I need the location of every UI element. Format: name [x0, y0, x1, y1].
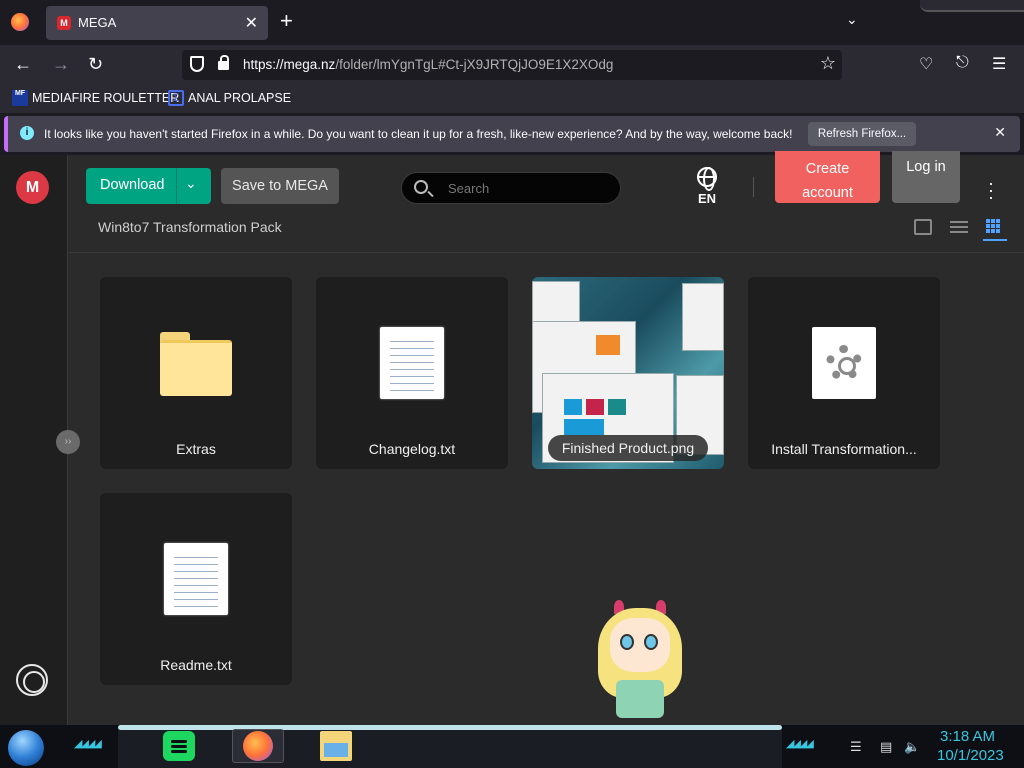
search-input[interactable]: Search [401, 172, 621, 204]
reload-button[interactable]: ↻ [88, 54, 103, 75]
decoration-arrows-left: ◢◢◢◢ [74, 738, 102, 750]
info-icon: i [20, 126, 34, 140]
start-orb-icon[interactable] [8, 730, 44, 766]
volume-icon[interactable]: 🔈 [904, 739, 920, 755]
tab-close-icon[interactable]: ✕ [245, 13, 258, 33]
pocket-icon[interactable]: ♡ [919, 54, 933, 74]
grid-view-icon[interactable] [986, 219, 1004, 235]
mega-page: M ›› Download ⌄ Save to MEGA Search EN C… [0, 151, 1024, 725]
url-text[interactable]: https://mega.nz/folder/lmYgnTgL#Ct-jX9JR… [243, 57, 613, 72]
back-button[interactable]: ← [14, 54, 32, 75]
more-options-icon[interactable]: · · · [986, 174, 996, 206]
thumbnail-view-icon[interactable] [914, 219, 932, 235]
text-file-icon [164, 543, 228, 615]
list-view-icon[interactable] [950, 219, 968, 235]
file-item-finished-product[interactable]: Finished Product.png [532, 277, 724, 469]
tracking-protection-shield-icon[interactable] [190, 56, 204, 72]
download-label: Download [100, 177, 165, 193]
active-view-underline [983, 239, 1007, 241]
decoration-arrows-right: ◢◢◢◢ [786, 738, 814, 750]
file-item-changelog[interactable]: Changelog.txt [316, 277, 508, 469]
text-file-icon [380, 327, 444, 399]
item-name: Install Transformation... [771, 441, 917, 457]
lock-icon[interactable] [218, 55, 229, 70]
file-item-readme[interactable]: Readme.txt [100, 493, 292, 685]
search-icon [414, 180, 428, 194]
search-placeholder: Search [448, 181, 490, 196]
extensions-puzzle-icon[interactable]: ⎋ [956, 54, 969, 72]
firefox-taskbar-icon [243, 731, 273, 761]
tab-mega[interactable]: M MEGA ✕ [46, 6, 268, 40]
mega-logo-icon[interactable]: M [16, 171, 49, 204]
network-icon[interactable]: ▤ [880, 739, 892, 755]
file-explorer-taskbar-icon[interactable] [320, 731, 352, 761]
download-separator [176, 168, 177, 204]
folder-icon [160, 332, 232, 396]
notification-accent [4, 116, 8, 152]
create-account-label-line1: Create [805, 161, 850, 177]
bookmark-mediafire-rouletter[interactable]: MEDIAFIRE ROULETTER [32, 91, 179, 105]
firefox-logo-icon[interactable] [11, 13, 29, 31]
clock-date[interactable]: 10/1/2023 [937, 747, 1004, 764]
create-account-button[interactable]: Create account [775, 151, 880, 203]
item-name: Finished Product.png [548, 435, 708, 461]
bookmark-anal-prolapse[interactable]: ANAL PROLAPSE [188, 91, 291, 105]
tab-list-chevron-icon[interactable]: ⌄ [846, 11, 858, 28]
download-options-chevron-icon[interactable]: ⌄ [185, 175, 197, 192]
notification-close-icon[interactable]: ✕ [994, 124, 1006, 141]
file-item-install-transformation[interactable]: Install Transformation... [748, 277, 940, 469]
bookmarks-toolbar: MF MEDIAFIRE ROULETTER Σ ANAL PROLAPSE [0, 85, 1024, 113]
item-name: Readme.txt [160, 657, 232, 673]
content-divider [69, 252, 1024, 253]
item-name: Extras [176, 441, 216, 457]
notification-message: It looks like you haven't started Firefo… [44, 127, 793, 141]
desktop-mascot-character [590, 600, 690, 725]
create-account-label-line2: account [802, 185, 853, 201]
notification-bar: i It looks like you haven't started Fire… [4, 116, 1020, 152]
gear-icon [826, 345, 862, 381]
mega-favicon-icon: M [57, 16, 71, 30]
header-divider [753, 177, 754, 197]
window-frame-decoration [920, 0, 1024, 12]
item-name: Changelog.txt [368, 441, 456, 457]
sidebar-collapse-handle[interactable]: ›› [56, 430, 80, 454]
new-tab-button[interactable]: + [280, 8, 293, 34]
save-to-mega-button[interactable]: Save to MEGA [221, 168, 339, 204]
bookmark-star-icon[interactable]: ☆ [820, 53, 836, 74]
refresh-firefox-button[interactable]: Refresh Firefox... [808, 122, 916, 146]
taskbar-band [118, 730, 782, 768]
url-bar[interactable]: https://mega.nz/folder/lmYgnTgL#Ct-jX9JR… [182, 50, 842, 80]
sigma-icon: Σ [168, 90, 184, 106]
navigation-toolbar: ← → ↻ https://mega.nz/folder/lmYgnTgL#Ct… [0, 45, 1024, 85]
globe-icon [697, 167, 717, 191]
mediafire-icon: MF [12, 90, 28, 106]
download-button[interactable]: Download ⌄ [86, 168, 211, 204]
folder-item-extras[interactable]: Extras [100, 277, 292, 469]
language-selector[interactable]: EN [692, 167, 722, 206]
tab-title: MEGA [78, 15, 117, 30]
login-button[interactable]: Log in [892, 151, 960, 203]
show-hidden-icons-icon[interactable]: ☰ [850, 739, 862, 755]
clock-time[interactable]: 3:18 AM [940, 728, 995, 745]
taskbar: ◢◢◢◢ ◢◢◢◢ ☰ ▤ 🔈 3:18 AM 10/1/2023 [0, 725, 1024, 768]
forward-button[interactable]: → [52, 54, 70, 75]
executable-file-icon [812, 327, 876, 399]
tab-bar: M MEGA ✕ + ⌄ [0, 0, 1024, 45]
language-code: EN [697, 191, 717, 206]
menu-hamburger-icon[interactable]: ☰ [992, 54, 1006, 74]
spotify-taskbar-icon[interactable] [163, 731, 195, 761]
sync-icon[interactable] [16, 664, 48, 696]
breadcrumb[interactable]: Win8to7 Transformation Pack [98, 219, 282, 235]
firefox-taskbar-button[interactable] [232, 729, 284, 763]
